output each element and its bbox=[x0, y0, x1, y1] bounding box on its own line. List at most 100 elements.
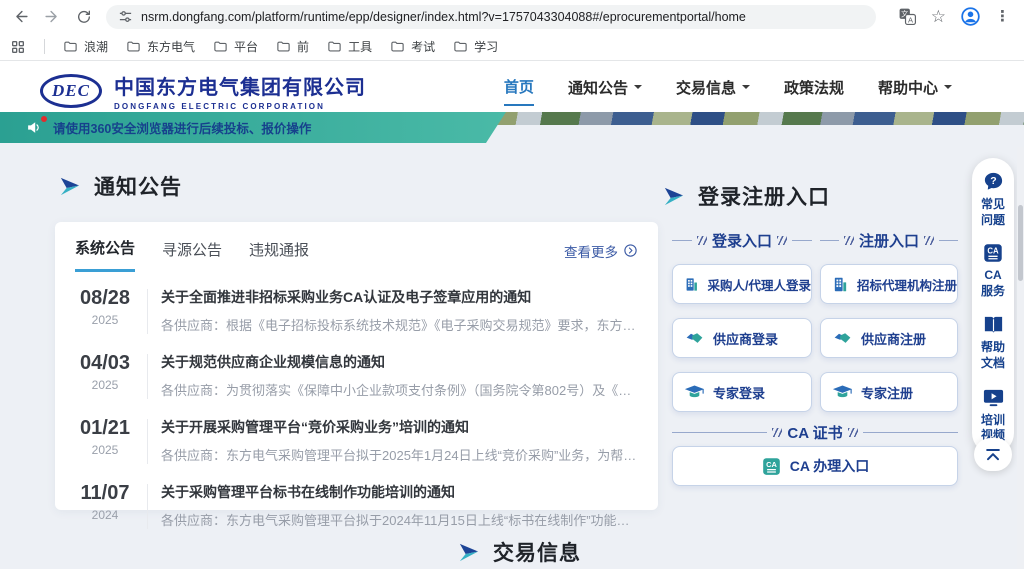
nav-item-trade-info[interactable]: 交易信息 bbox=[676, 69, 750, 105]
notice-list: 08/28 2025 关于全面推进非招标采购业务CA认证及电子签章应用的通知各供应… bbox=[55, 272, 658, 538]
bookmark-label: 浪潮 bbox=[84, 38, 108, 55]
book-icon bbox=[982, 313, 1005, 336]
trade-section-header: 交易信息 bbox=[457, 537, 581, 567]
tab-sourcing-notices[interactable]: 寻源公告 bbox=[162, 239, 222, 271]
login-entry-header: 登录入口 bbox=[672, 230, 812, 251]
notice-title: 关于开展采购管理平台“竞价采购业务”培训的通知 bbox=[161, 417, 638, 437]
bookmark-folder[interactable]: 浪潮 bbox=[63, 38, 108, 55]
url-bar[interactable]: nsrm.dongfang.com/platform/runtime/epp/d… bbox=[106, 5, 876, 29]
buyer-agent-login-button[interactable]: 采购人/代理人登录 bbox=[672, 264, 812, 304]
bookmark-folder[interactable]: 前 bbox=[276, 38, 309, 55]
list-item[interactable]: 11/072024 关于采购管理平台标书在线制作功能培训的通知各供应商：东方电气… bbox=[65, 473, 642, 538]
url-text: nsrm.dongfang.com/platform/runtime/epp/d… bbox=[141, 10, 746, 24]
chevron-down-icon bbox=[944, 85, 952, 93]
folder-icon bbox=[126, 39, 141, 54]
sidebar-item-training-videos[interactable]: 培训视频 bbox=[980, 386, 1006, 444]
forward-button[interactable] bbox=[42, 7, 62, 27]
tab-system-notices[interactable]: 系统公告 bbox=[75, 237, 135, 272]
notice-date: 08/28 bbox=[69, 287, 141, 310]
divider bbox=[147, 484, 148, 529]
back-to-top-button[interactable] bbox=[974, 438, 1012, 471]
bookmark-folder[interactable]: 东方电气 bbox=[126, 38, 195, 55]
list-item[interactable]: 04/032025 关于规范供应商企业规模信息的通知各供应商：为贯彻落实《保障中… bbox=[65, 343, 642, 408]
nav-item-help-center[interactable]: 帮助中心 bbox=[878, 69, 952, 105]
svg-text:CA: CA bbox=[766, 460, 777, 469]
graduation-cap-icon bbox=[684, 382, 705, 403]
menu-kebab-icon[interactable]: ⋮ bbox=[995, 9, 1010, 24]
ca-apply-button[interactable]: CA CA 办理入口 bbox=[672, 446, 958, 486]
scrollbar-thumb[interactable] bbox=[1018, 205, 1023, 281]
translate-icon[interactable]: 文A bbox=[898, 7, 917, 26]
folder-icon bbox=[390, 39, 405, 54]
company-name-en: DONGFANG ELECTRIC CORPORATION bbox=[114, 102, 366, 111]
back-button[interactable] bbox=[10, 7, 30, 27]
main-nav: 首页 通知公告 交易信息 政策法规 帮助中心 bbox=[504, 61, 952, 112]
notice-title: 关于全面推进非招标采购业务CA认证及电子签章应用的通知 bbox=[161, 287, 638, 307]
svg-text:A: A bbox=[908, 16, 913, 25]
tab-violation-reports[interactable]: 违规通报 bbox=[249, 239, 309, 271]
bookmark-label: 工具 bbox=[348, 38, 372, 55]
company-logo[interactable]: DEC 中国东方电气集团有限公司 DONGFANG ELECTRIC CORPO… bbox=[40, 71, 366, 111]
browser-toolbar: nsrm.dongfang.com/platform/runtime/epp/d… bbox=[0, 0, 1024, 33]
section-title: 交易信息 bbox=[493, 537, 581, 567]
bookmark-folder[interactable]: 平台 bbox=[213, 38, 258, 55]
collapse-top-icon bbox=[983, 445, 1003, 465]
bookmark-label: 前 bbox=[297, 38, 309, 55]
bookmark-star-icon[interactable]: ☆ bbox=[931, 8, 946, 25]
supplier-login-button[interactable]: 供应商登录 bbox=[672, 318, 812, 358]
expert-login-button[interactable]: 专家登录 bbox=[672, 372, 812, 412]
list-item[interactable]: 01/212025 关于开展采购管理平台“竞价采购业务”培训的通知各供应商：东方… bbox=[65, 408, 642, 473]
chevron-down-icon bbox=[634, 85, 642, 93]
ca-card-icon: CA bbox=[982, 242, 1004, 264]
handshake-icon bbox=[832, 328, 853, 349]
notice-tabs: 系统公告 寻源公告 违规通报 查看更多 bbox=[55, 222, 658, 272]
notice-year: 2025 bbox=[69, 378, 141, 392]
notice-summary: 各供应商：东方电气采购管理平台拟于2024年11月15日上线“标书在线制作”功能… bbox=[161, 510, 638, 529]
list-item[interactable]: 08/282025 关于全面推进非招标采购业务CA认证及电子签章应用的通知各供应… bbox=[65, 278, 642, 343]
quick-access-sidebar: ? 常见问题 CA CA服务 帮助文档 培训视频 bbox=[972, 158, 1014, 454]
bookmark-folder[interactable]: 工具 bbox=[327, 38, 372, 55]
notification-dot bbox=[41, 116, 47, 122]
divider bbox=[147, 354, 148, 399]
register-entry-header: 注册入口 bbox=[820, 230, 958, 251]
bookmark-folder[interactable]: 学习 bbox=[453, 38, 498, 55]
nav-item-policies[interactable]: 政策法规 bbox=[784, 69, 844, 105]
bookmark-label: 学习 bbox=[474, 38, 498, 55]
svg-text:CA: CA bbox=[987, 247, 999, 256]
folder-icon bbox=[453, 39, 468, 54]
apps-grid-icon[interactable] bbox=[10, 39, 26, 55]
nav-item-notices[interactable]: 通知公告 bbox=[568, 69, 642, 105]
section-arrow-icon bbox=[58, 175, 81, 198]
supplier-register-button[interactable]: 供应商注册 bbox=[820, 318, 958, 358]
folder-icon bbox=[327, 39, 342, 54]
logo-text: DEC bbox=[52, 81, 90, 101]
reload-button[interactable] bbox=[74, 7, 94, 27]
expert-register-button[interactable]: 专家注册 bbox=[820, 372, 958, 412]
question-bubble-icon: ? bbox=[982, 170, 1005, 193]
site-info-icon[interactable] bbox=[118, 9, 133, 24]
profile-avatar[interactable] bbox=[960, 6, 981, 27]
bookmarks-bar: 浪潮 东方电气 平台 前 工具 考试 学习 bbox=[0, 33, 1024, 61]
section-title: 登录注册入口 bbox=[698, 181, 830, 211]
sidebar-item-help-docs[interactable]: 帮助文档 bbox=[980, 313, 1006, 371]
nav-item-home[interactable]: 首页 bbox=[504, 68, 534, 106]
handshake-icon bbox=[684, 328, 705, 349]
login-section-header: 登录注册入口 bbox=[662, 181, 830, 211]
notice-title: 关于采购管理平台标书在线制作功能培训的通知 bbox=[161, 482, 638, 502]
sidebar-item-faq[interactable]: ? 常见问题 bbox=[980, 170, 1006, 228]
section-arrow-icon bbox=[457, 541, 480, 564]
bookmark-folder[interactable]: 考试 bbox=[390, 38, 435, 55]
divider bbox=[147, 289, 148, 334]
bookmark-label: 东方电气 bbox=[147, 38, 195, 55]
video-screen-icon bbox=[982, 386, 1005, 409]
sidebar-item-ca-service[interactable]: CA CA服务 bbox=[980, 242, 1006, 299]
bookmark-label: 考试 bbox=[411, 38, 435, 55]
tender-agency-register-button[interactable]: 招标代理机构注册 bbox=[820, 264, 958, 304]
building-icon bbox=[832, 275, 849, 294]
notice-year: 2025 bbox=[69, 313, 141, 327]
folder-icon bbox=[276, 39, 291, 54]
notice-year: 2025 bbox=[69, 443, 141, 457]
notice-date: 04/03 bbox=[69, 352, 141, 375]
view-more-link[interactable]: 查看更多 bbox=[564, 241, 638, 269]
ticker-text: 请使用360安全浏览器进行后续投标、报价操作 bbox=[53, 118, 311, 137]
